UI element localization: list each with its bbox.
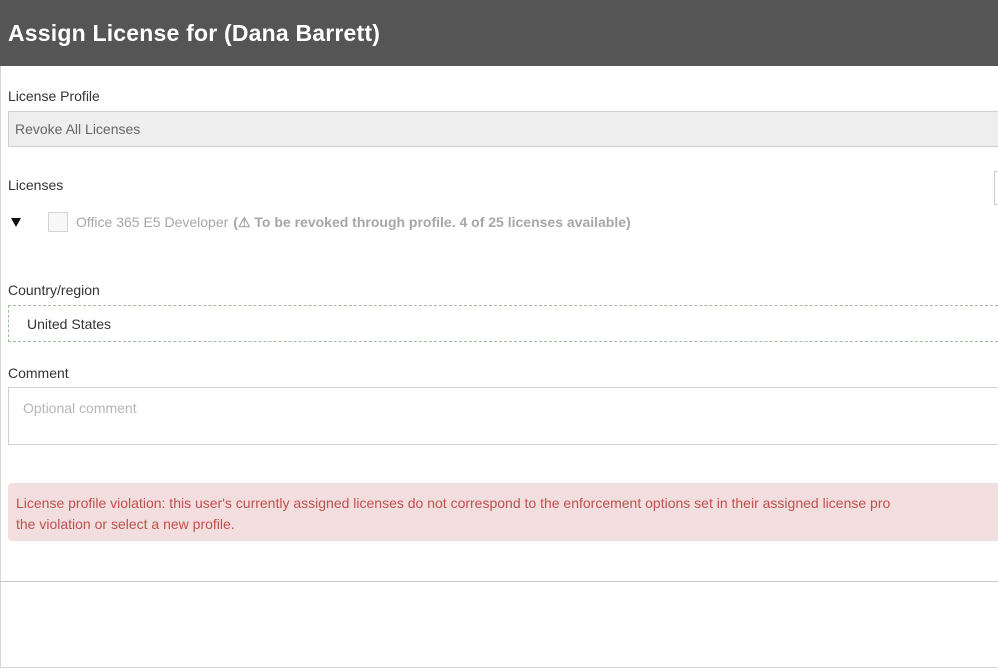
license-checkbox[interactable]	[48, 212, 68, 232]
alert-line-1: License profile violation: this user's c…	[16, 495, 891, 511]
license-profile-value: Revoke All Licenses	[15, 121, 141, 137]
dialog-title: Assign License for (Dana Barrett)	[8, 19, 381, 46]
license-name: Office 365 E5 Developer	[76, 214, 229, 230]
comment-input[interactable]: Optional comment	[8, 387, 998, 445]
expand-triangle-icon[interactable]	[11, 217, 21, 227]
license-status: (⚠ To be revoked through profile. 4 of 2…	[233, 214, 630, 231]
licenses-filter-box[interactable]	[994, 171, 998, 205]
license-item: Office 365 E5 Developer (⚠ To be revoked…	[8, 208, 631, 236]
license-violation-alert: License profile violation: this user's c…	[8, 483, 998, 541]
country-label: Country/region	[8, 282, 100, 298]
comment-placeholder: Optional comment	[23, 400, 137, 416]
licenses-label: Licenses	[8, 177, 64, 193]
country-select[interactable]: United States	[8, 305, 998, 342]
comment-label: Comment	[8, 365, 69, 381]
license-status-text: To be revoked through profile. 4 of 25 l…	[254, 213, 631, 230]
country-value: United States	[27, 315, 112, 332]
license-profile-label: License Profile	[8, 88, 100, 104]
license-profile-select[interactable]: Revoke All Licenses	[8, 111, 998, 147]
dialog-header: Assign License for (Dana Barrett)	[0, 0, 998, 66]
warning-icon: ⚠	[237, 213, 251, 230]
footer-divider	[0, 581, 998, 582]
alert-line-2: the violation or select a new profile.	[16, 516, 235, 532]
